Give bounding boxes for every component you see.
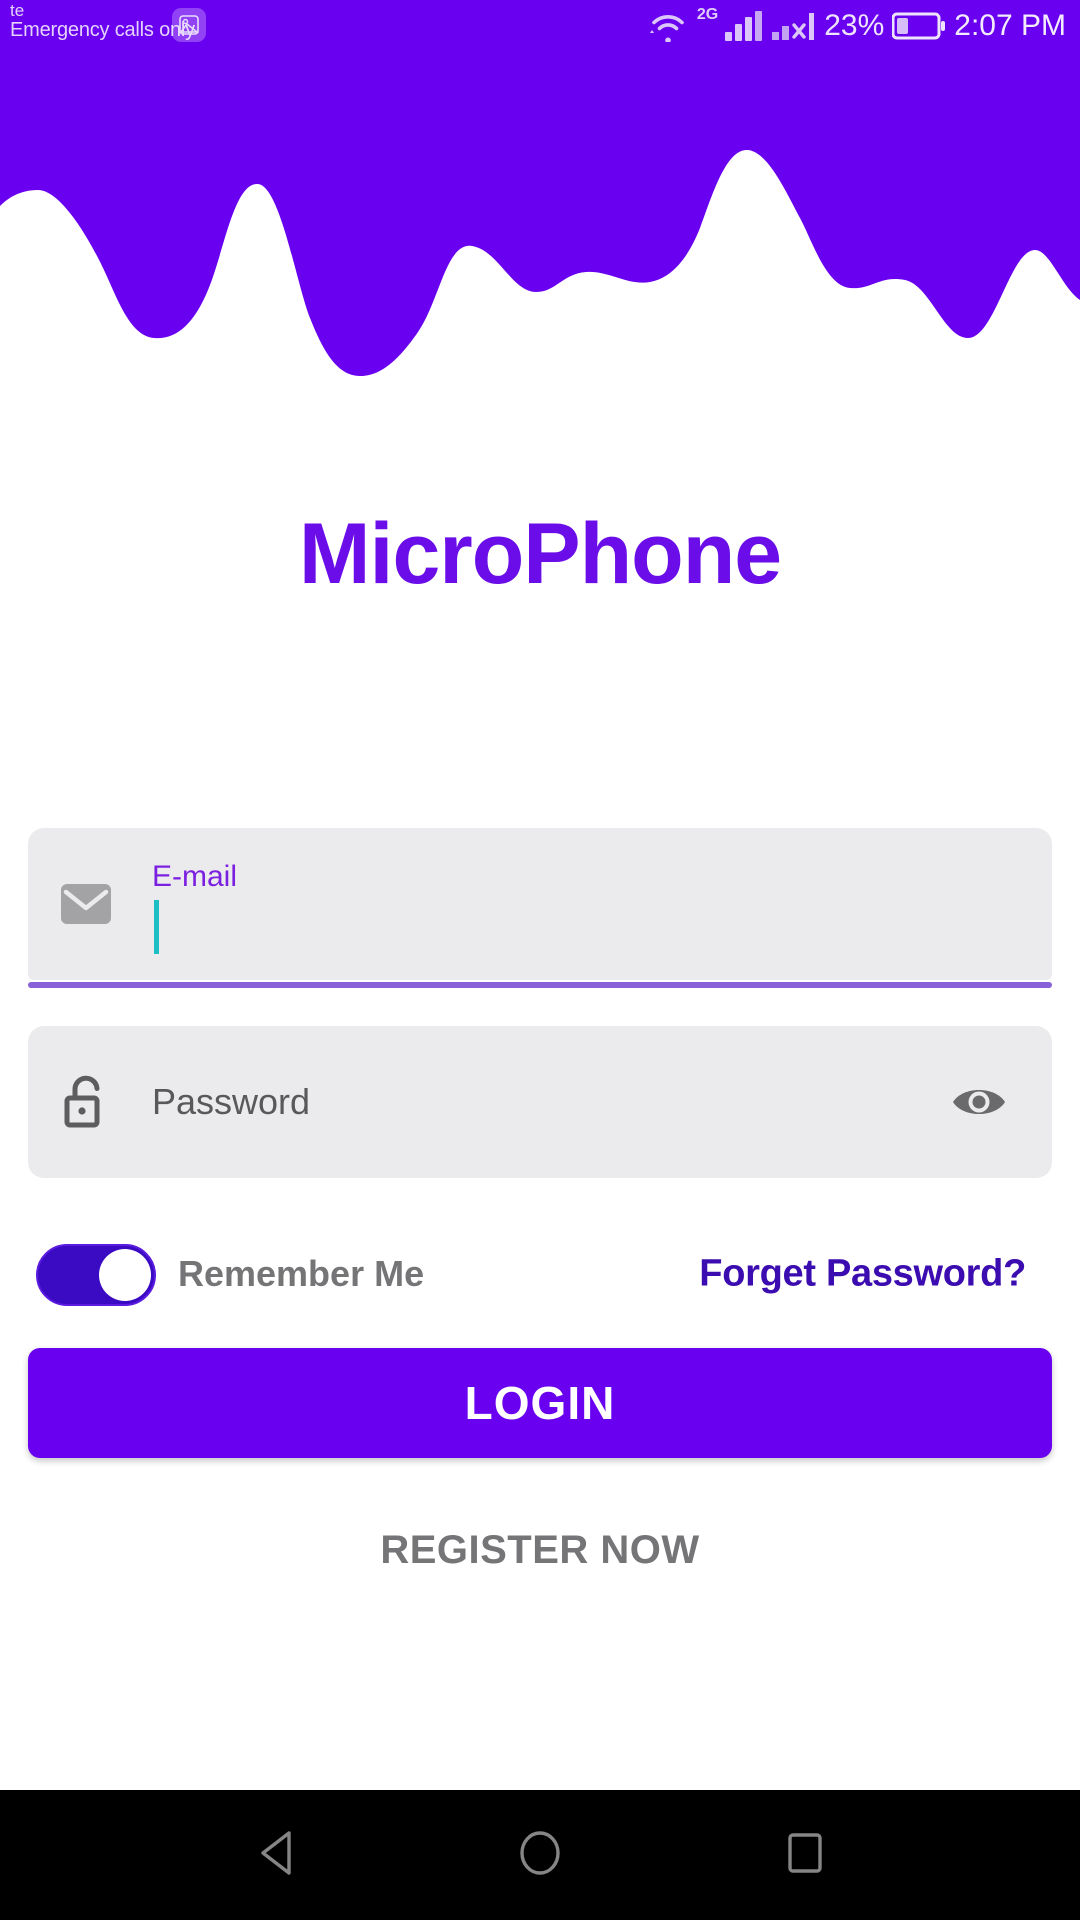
password-field-placeholder: Password <box>152 1081 311 1122</box>
email-field-underline <box>28 982 1052 988</box>
circle-icon <box>515 1828 565 1883</box>
toggle-knob <box>99 1249 151 1301</box>
login-screen: te Emergency calls only 2G 23% 2:07 PM M… <box>0 0 1080 1920</box>
page-title: MicroPhone <box>298 506 782 602</box>
remember-me-row: Remember Me Forget Password? <box>28 1238 1052 1310</box>
screenshot-thumbnail-icon <box>172 8 206 42</box>
battery-icon <box>892 11 946 41</box>
clock-label: 2:07 PM <box>954 9 1066 42</box>
envelope-icon <box>58 876 114 932</box>
carrier-name: te <box>10 1 25 20</box>
square-icon <box>782 1828 828 1883</box>
back-button[interactable] <box>190 1790 370 1920</box>
register-now-link[interactable]: REGISTER NOW <box>0 1528 1080 1573</box>
signal-bars-icon <box>725 11 763 41</box>
unlocked-padlock-icon <box>58 1074 114 1130</box>
forget-password-link[interactable]: Forget Password? <box>699 1253 1026 1296</box>
text-caret <box>154 900 159 954</box>
network-type-label: 2G <box>696 6 719 23</box>
status-bar: te Emergency calls only 2G 23% 2:07 PM <box>0 0 1080 52</box>
home-button[interactable] <box>450 1790 630 1920</box>
password-field[interactable]: Password <box>28 1026 1052 1178</box>
status-icons: 2G 23% 2:07 PM <box>648 0 1066 52</box>
remember-me-label: Remember Me <box>178 1253 425 1294</box>
battery-percent-label: 23% <box>824 9 885 42</box>
sim2-no-service-icon <box>770 10 816 42</box>
carrier-info: te Emergency calls only <box>10 1 195 42</box>
email-field[interactable]: E-mail <box>28 828 1052 988</box>
remember-me-toggle[interactable] <box>36 1244 156 1306</box>
android-navigation-bar <box>0 1790 1080 1920</box>
login-button[interactable]: LOGIN <box>28 1348 1052 1458</box>
wifi-icon <box>648 10 688 42</box>
login-form: E-mail Password <box>28 828 1052 1178</box>
email-field-label: E-mail <box>152 860 238 893</box>
eye-icon[interactable] <box>950 1073 1008 1131</box>
recents-button[interactable] <box>715 1790 895 1920</box>
sound-wave-shape-icon <box>0 0 1080 376</box>
service-status-text: Emergency calls only <box>10 19 195 42</box>
triangle-left-icon <box>257 1828 303 1883</box>
header-wave-decoration <box>0 0 1080 400</box>
